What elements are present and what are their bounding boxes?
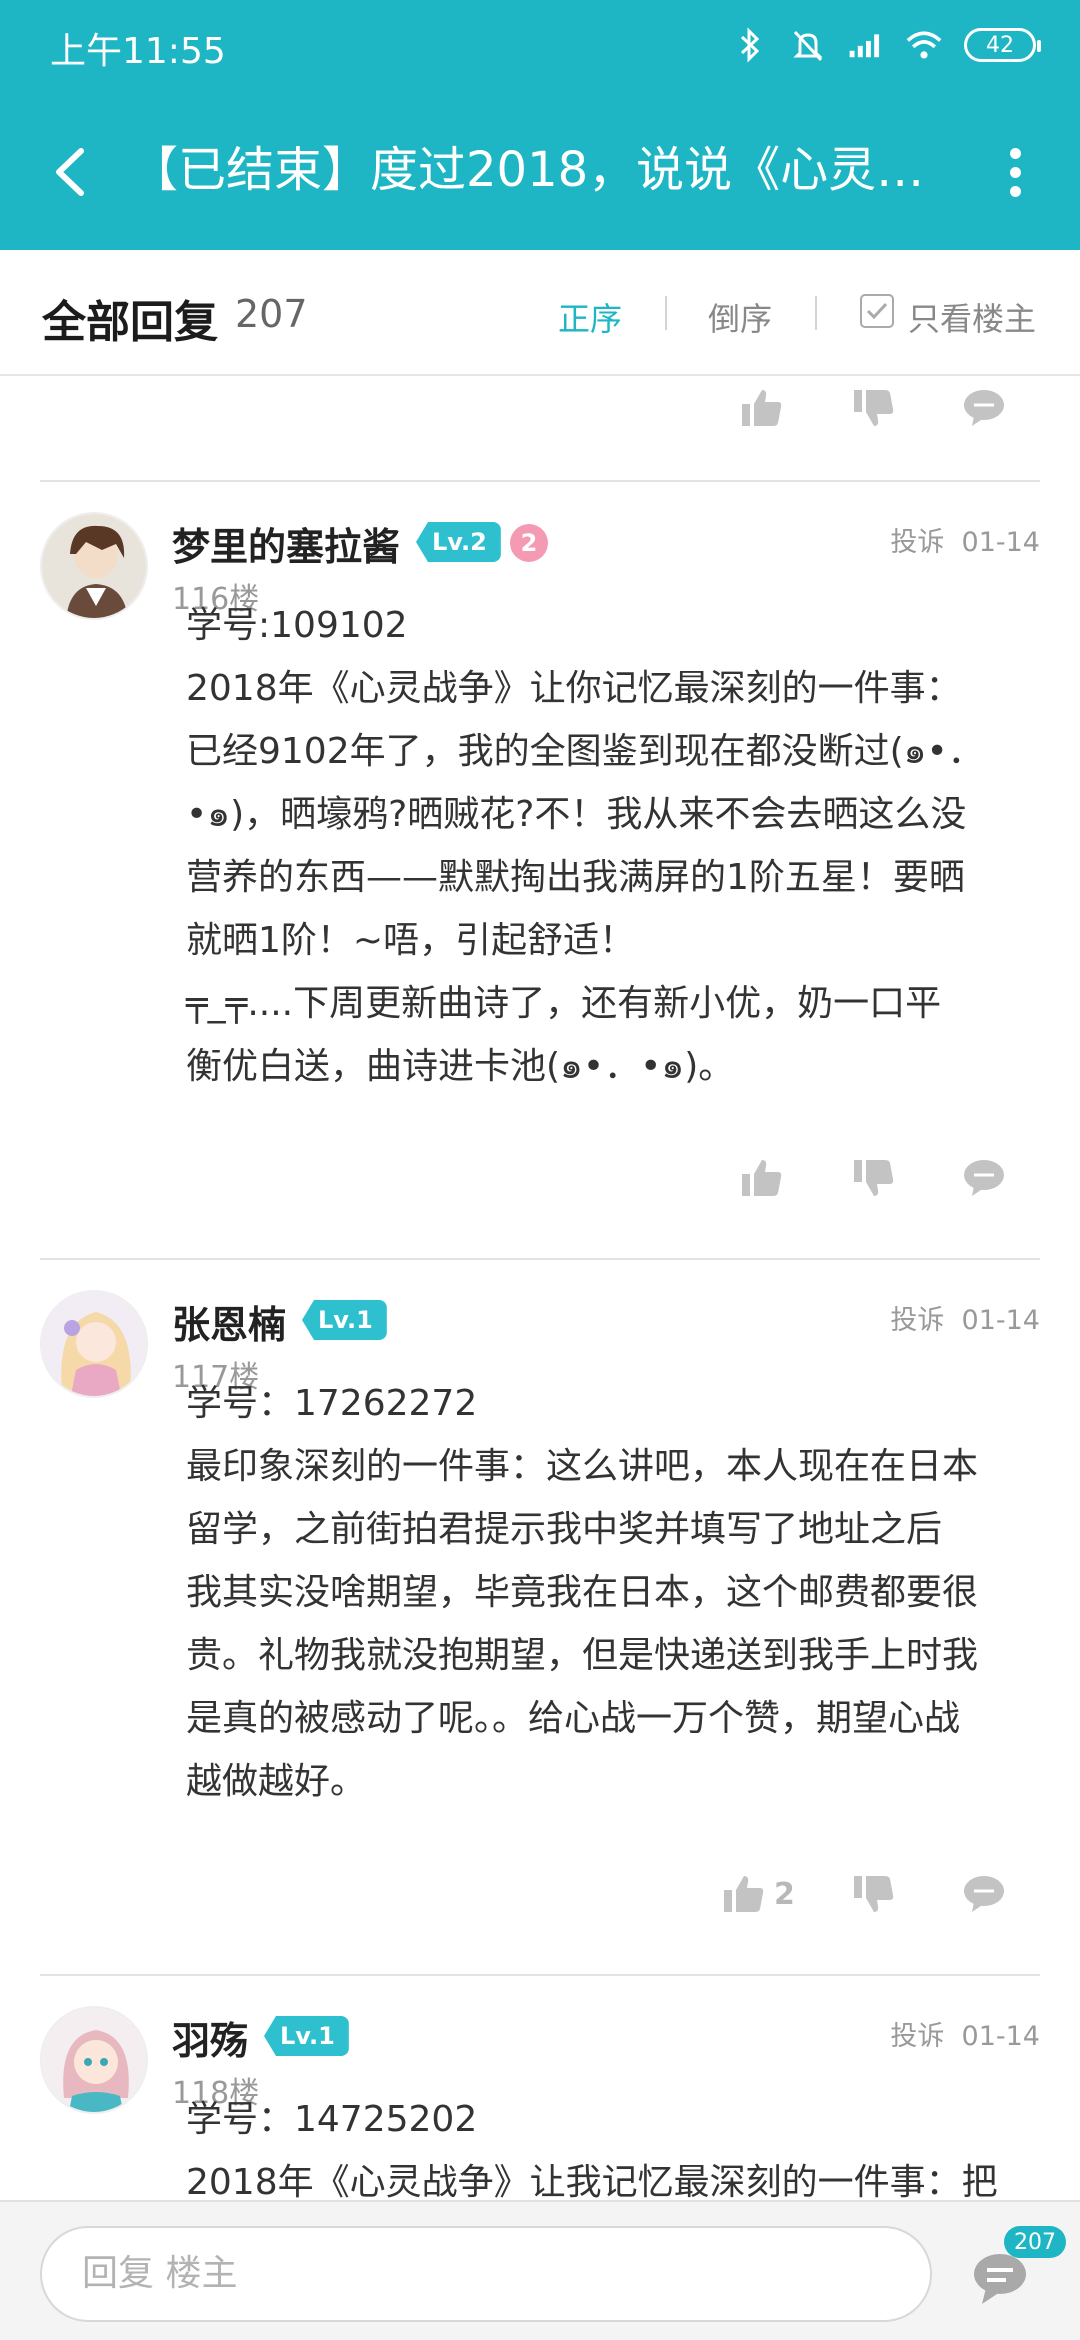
report-link[interactable]: 投诉	[890, 2021, 944, 2052]
reply-count: 207	[235, 292, 308, 336]
status-bar: 上午11:55 42	[0, 0, 1080, 92]
post-date: 01-14	[961, 527, 1040, 558]
level-badge: Lv.2	[416, 522, 501, 562]
comment-icon	[964, 390, 1004, 426]
username[interactable]: 梦里的塞拉酱	[172, 516, 400, 571]
like-button[interactable]	[740, 376, 784, 440]
avatar[interactable]	[40, 512, 148, 620]
battery-level: 42	[986, 32, 1014, 58]
divider	[815, 296, 817, 330]
comment-button[interactable]	[962, 1146, 1006, 1210]
reply-header: 全部回复 207 正序 倒序 只看楼主	[0, 250, 1080, 376]
all-replies-label: 全部回复	[42, 297, 218, 348]
medal-badge: 2	[510, 524, 548, 562]
checkbox-icon[interactable]	[860, 294, 894, 328]
post-actions	[0, 1146, 1080, 1210]
divider	[40, 1974, 1040, 1976]
thumbs-down-icon	[854, 1160, 894, 1196]
level-badge: Lv.1	[302, 1300, 387, 1340]
reply-text: 学号:109102 2018年《心灵战争》让你记忆最深刻的一件事： 已经9102…	[186, 605, 984, 1087]
back-button[interactable]	[36, 137, 106, 207]
mute-icon	[790, 25, 826, 65]
username[interactable]: 羽殇	[172, 2010, 248, 2065]
battery-icon: 42	[964, 28, 1041, 62]
only-op-toggle[interactable]: 只看楼主	[908, 294, 1036, 340]
comment-icon	[964, 1876, 1004, 1912]
comment-button[interactable]	[962, 376, 1006, 440]
thumbs-down-icon	[854, 1876, 894, 1912]
reply-list[interactable]: 梦里的塞拉酱 Lv.2 2 116楼 投诉 01-14 学号:109102 20…	[0, 376, 1080, 2200]
sort-ascending-tab[interactable]: 正序	[558, 294, 622, 340]
post-actions: 2	[0, 1862, 1080, 1926]
like-button[interactable]: 2	[722, 1862, 795, 1926]
dislike-button[interactable]	[852, 1862, 896, 1926]
wifi-icon	[906, 25, 942, 65]
avatar[interactable]	[40, 1290, 148, 1398]
reply-input[interactable]: 回复 楼主	[40, 2226, 932, 2322]
divider	[40, 480, 1040, 482]
report-link[interactable]: 投诉	[890, 1305, 944, 1336]
post-date: 01-14	[961, 2021, 1040, 2052]
reply-text: 学号：17262272 最印象深刻的一件事：这么讲吧，本人现在在日本 留学，之前…	[186, 1383, 979, 1802]
thumbs-up-icon	[724, 1876, 764, 1912]
comment-button[interactable]	[962, 1862, 1006, 1926]
avatar[interactable]	[40, 2006, 148, 2114]
like-count: 2	[774, 1876, 795, 1912]
post-date: 01-14	[961, 1305, 1040, 1336]
comment-icon	[964, 1160, 1004, 1196]
report-link[interactable]: 投诉	[890, 527, 944, 558]
username[interactable]: 张恩楠	[172, 1294, 286, 1349]
page-title: 【已结束】度过2018，说说《心灵战争》	[130, 142, 950, 198]
level-badge: Lv.1	[264, 2016, 349, 2056]
thumbs-up-icon	[742, 1160, 782, 1196]
thumbs-down-icon	[854, 390, 894, 426]
status-icons: 42	[732, 20, 1041, 70]
top-nav-bar: 【已结束】度过2018，说说《心灵战争》	[0, 92, 1080, 250]
dislike-button[interactable]	[852, 1146, 896, 1210]
post-actions	[0, 376, 1080, 440]
sort-descending-tab[interactable]: 倒序	[708, 294, 772, 340]
signal-icon	[848, 25, 884, 65]
reply-text: 学号：14725202 2018年《心灵战争》让我记忆最深刻的一件事：把	[186, 2099, 998, 2200]
comments-button[interactable]	[970, 2250, 1040, 2320]
report-date: 投诉 01-14	[890, 520, 1040, 559]
report-date: 投诉 01-14	[890, 1298, 1040, 1337]
thumbs-up-icon	[742, 390, 782, 426]
dislike-button[interactable]	[852, 376, 896, 440]
like-button[interactable]	[740, 1146, 784, 1210]
more-button[interactable]	[980, 137, 1050, 207]
status-time: 上午11:55	[50, 31, 226, 72]
more-icon	[1009, 147, 1021, 159]
report-date: 投诉 01-14	[890, 2014, 1040, 2053]
divider	[665, 296, 667, 330]
comment-count-badge: 207	[1004, 2226, 1066, 2258]
divider	[40, 1258, 1040, 1260]
reply-bar: 回复 楼主 207	[0, 2200, 1080, 2340]
comment-icon	[974, 2254, 1026, 2304]
back-icon	[56, 148, 84, 196]
bluetooth-icon	[732, 25, 768, 65]
